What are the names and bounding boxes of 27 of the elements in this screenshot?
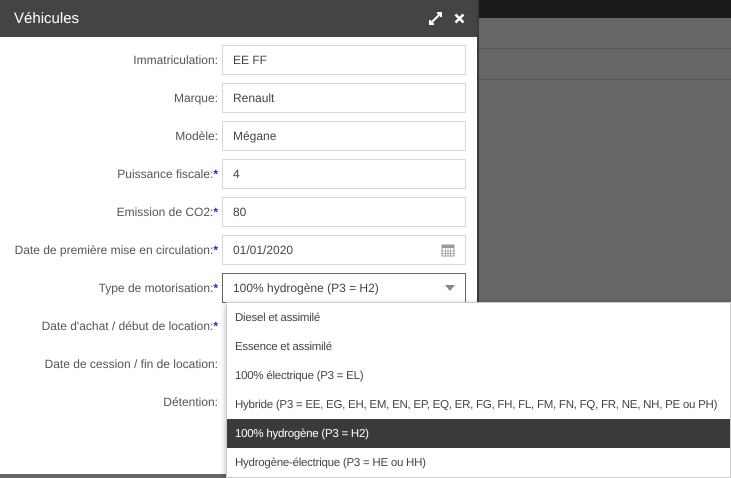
expand-icon[interactable] bbox=[429, 12, 442, 25]
input-field[interactable]: EE FF bbox=[222, 45, 466, 75]
field-label: Marque: bbox=[172, 91, 218, 105]
field-label: Date de cession / fin de location: bbox=[44, 357, 218, 371]
dropdown-option[interactable]: Hybride (P3 = EE, EG, EH, EM, EN, EP, EQ, ER, FG, FH, FL, FM, FN, FQ, FR, NE, NH, PE ou PH) bbox=[227, 390, 730, 419]
dropdown-option[interactable]: Essence et assimilé bbox=[227, 332, 730, 361]
field-label: Immatriculation: bbox=[132, 53, 218, 67]
window-title: Véhicules bbox=[14, 10, 80, 27]
field-label: Date d'achat / début de location:* bbox=[40, 319, 218, 333]
field-label: Modèle: bbox=[174, 129, 218, 143]
input-field[interactable]: 80 bbox=[222, 197, 466, 227]
calendar-icon[interactable] bbox=[441, 243, 455, 257]
dropdown-option[interactable]: Hydrogène-électrique (P3 = HE ou HH) bbox=[227, 448, 730, 477]
input-field[interactable]: Renault bbox=[222, 83, 466, 113]
field-label: Emission de CO2:* bbox=[116, 205, 218, 219]
date-field[interactable]: 01/01/2020 bbox=[222, 235, 466, 265]
close-icon[interactable] bbox=[454, 13, 465, 24]
field-label: Détention: bbox=[162, 395, 218, 409]
input-field[interactable]: 4 bbox=[222, 159, 466, 189]
field-label: Puissance fiscale:* bbox=[116, 167, 218, 181]
dropdown-option[interactable]: 100% électrique (P3 = EL) bbox=[227, 361, 730, 390]
dropdown-option[interactable]: 100% hydrogène (P3 = H2) bbox=[227, 419, 730, 448]
caret-icon[interactable] bbox=[445, 285, 455, 291]
field-label: Date de première mise en circulation:* bbox=[14, 243, 218, 257]
dropdown-option[interactable]: Diesel et assimilé bbox=[227, 303, 730, 332]
input-field[interactable]: Mégane bbox=[222, 121, 466, 151]
field-label: Type de motorisation:* bbox=[98, 281, 218, 295]
